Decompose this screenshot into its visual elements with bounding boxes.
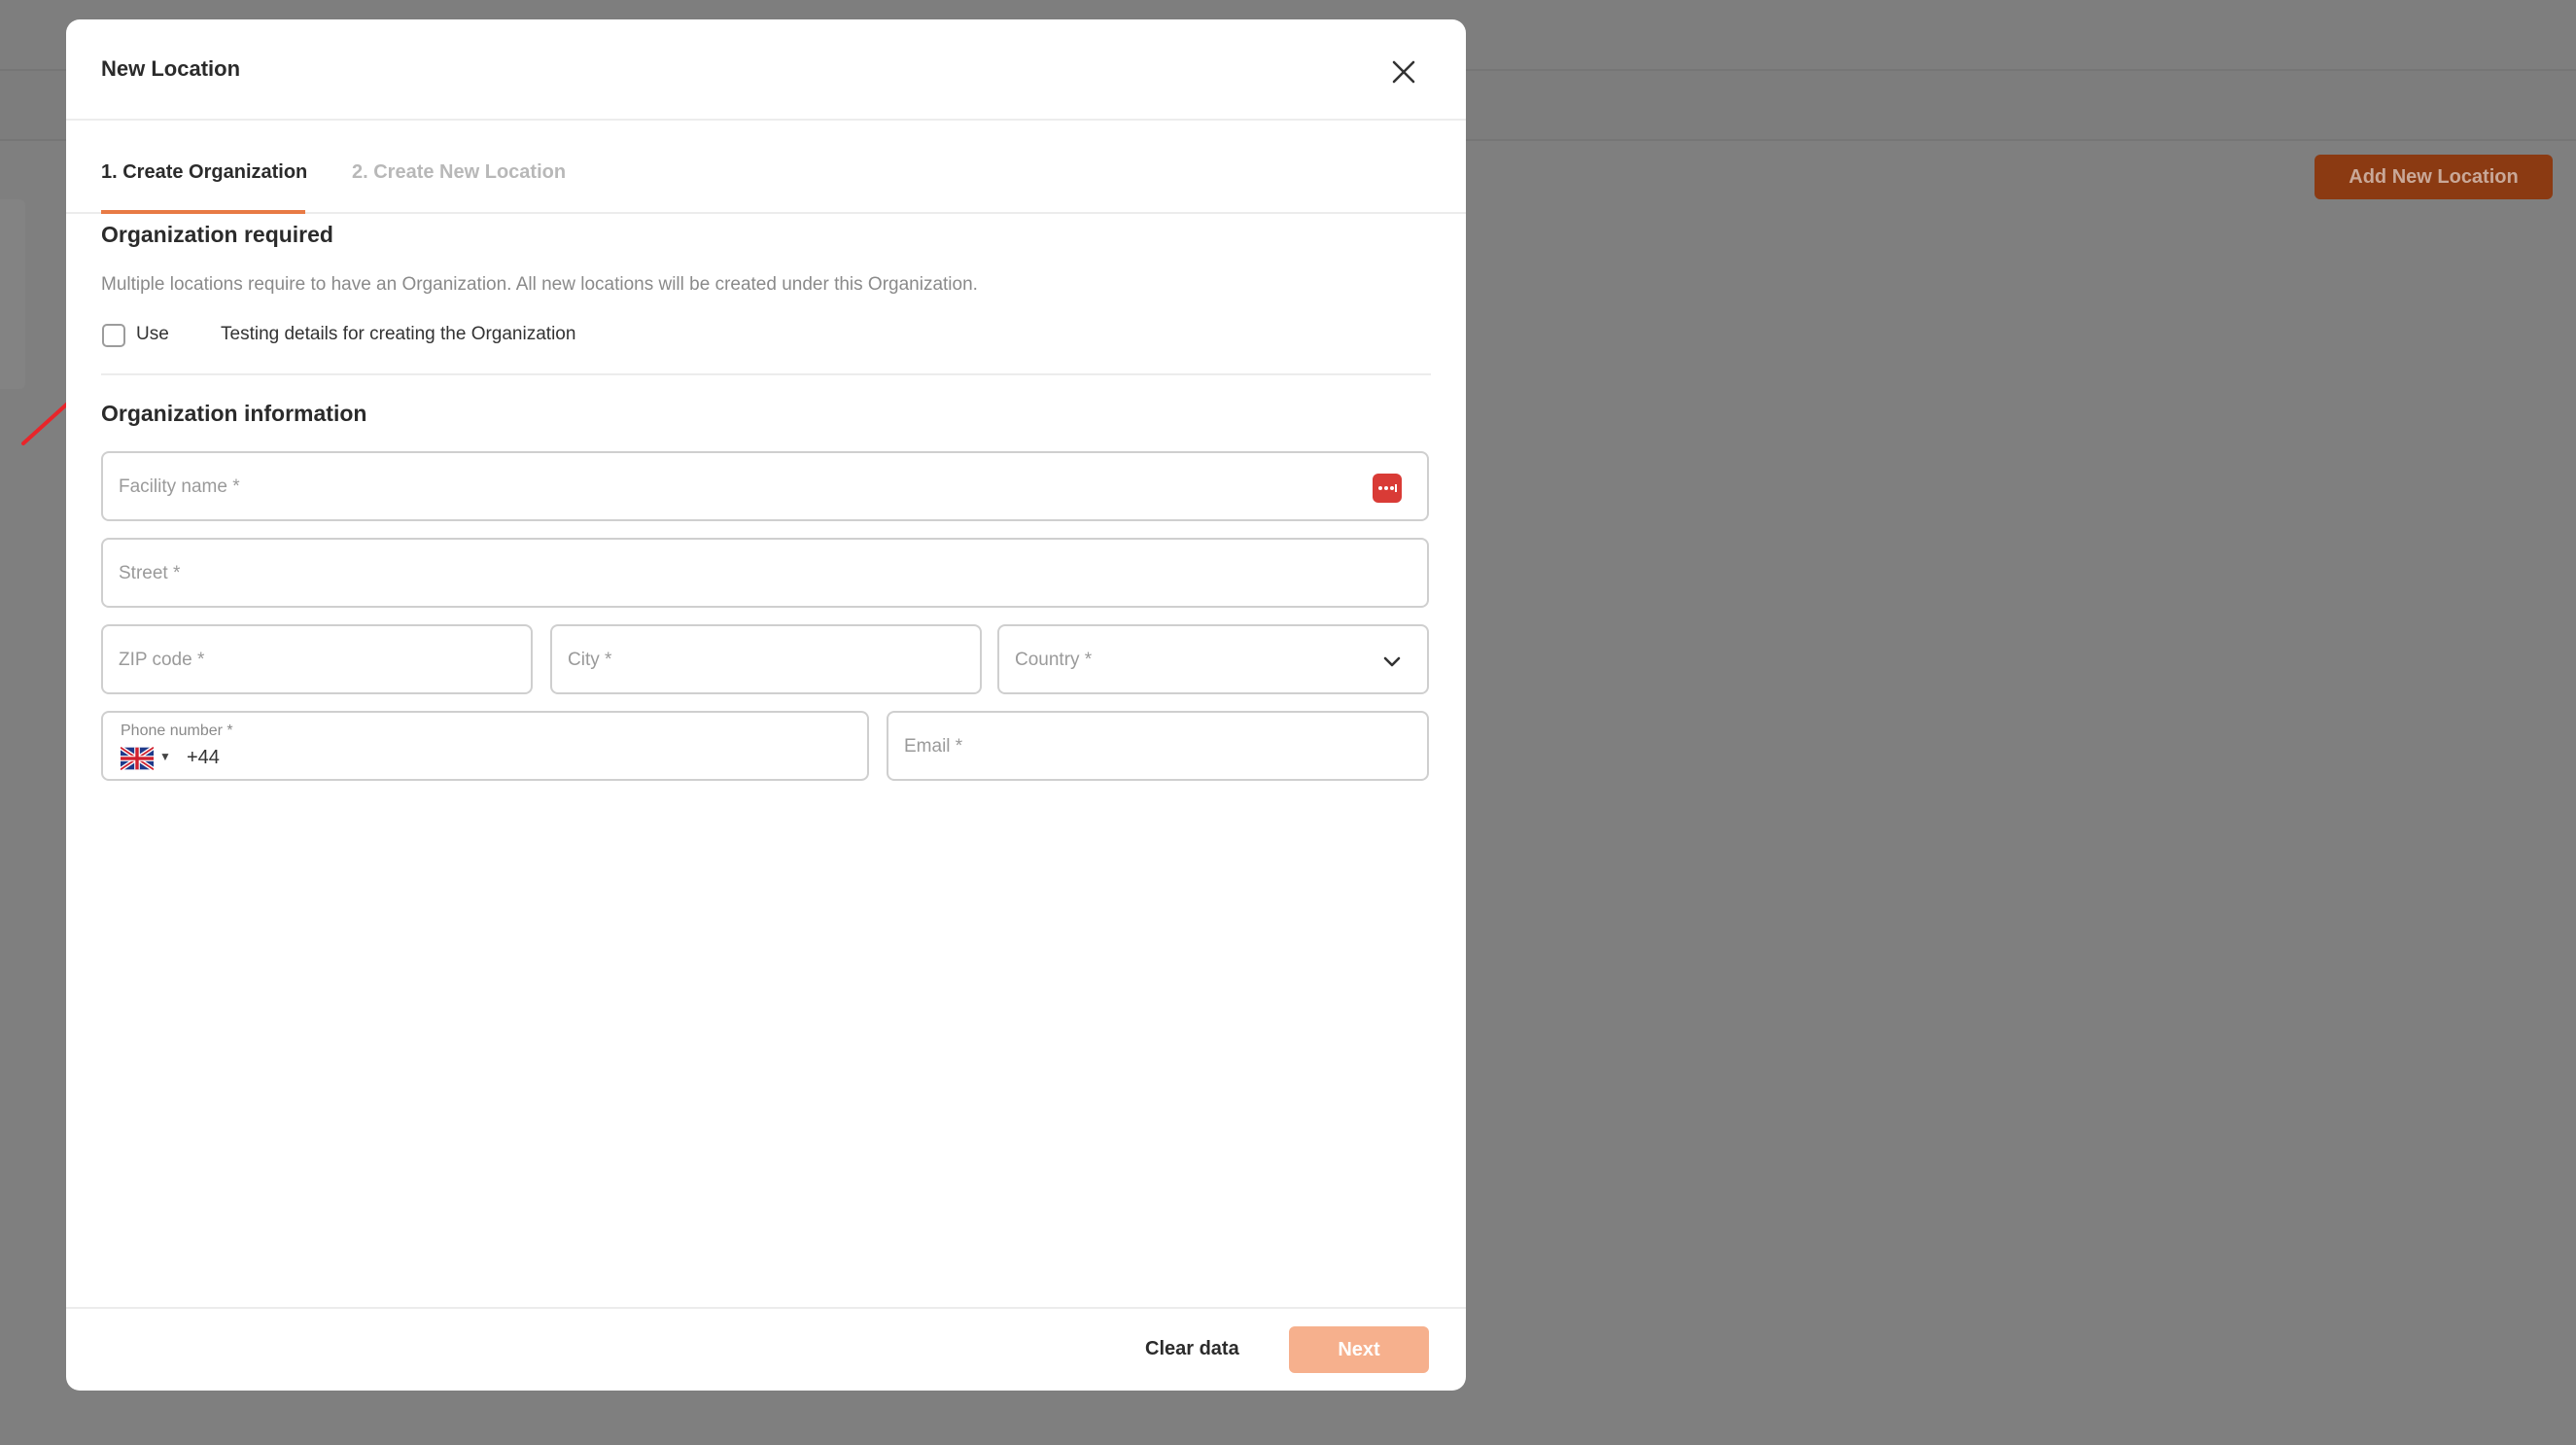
zip-code-field[interactable]: ZIP code * bbox=[101, 624, 533, 694]
close-icon[interactable] bbox=[1388, 56, 1419, 88]
zip-code-placeholder: ZIP code * bbox=[119, 650, 205, 670]
use-testing-details-checkbox[interactable] bbox=[102, 324, 125, 347]
modal-footer: Clear data Next bbox=[66, 1307, 1466, 1391]
street-field[interactable]: Street * bbox=[101, 538, 1429, 608]
city-placeholder: City * bbox=[568, 650, 612, 670]
email-placeholder: Email * bbox=[904, 736, 963, 757]
email-field[interactable]: Email * bbox=[887, 711, 1429, 781]
new-location-modal: New Location 1. Create Organization 2. C… bbox=[66, 19, 1466, 1391]
stepper-tabs: 1. Create Organization 2. Create New Loc… bbox=[66, 121, 1466, 214]
facility-name-placeholder: Facility name * bbox=[119, 476, 240, 497]
country-placeholder: Country * bbox=[1015, 650, 1093, 670]
modal-title: New Location bbox=[101, 56, 241, 81]
modal-header: New Location bbox=[66, 19, 1466, 121]
phone-number-field[interactable]: Phone number * ▼ +44 bbox=[101, 711, 869, 781]
phone-number-label: Phone number * bbox=[121, 722, 233, 739]
password-manager-icon[interactable] bbox=[1373, 474, 1402, 503]
org-required-title: Organization required bbox=[101, 222, 333, 247]
tab-create-new-location[interactable]: 2. Create New Location bbox=[352, 161, 566, 184]
street-placeholder: Street * bbox=[119, 563, 181, 583]
clear-data-button[interactable]: Clear data bbox=[1145, 1338, 1239, 1360]
city-field[interactable]: City * bbox=[550, 624, 982, 694]
section-divider bbox=[101, 373, 1431, 375]
country-select[interactable]: Country * bbox=[997, 624, 1429, 694]
tab-create-organization[interactable]: 1. Create Organization bbox=[101, 161, 307, 184]
add-new-location-button[interactable]: Add New Location bbox=[2315, 155, 2553, 199]
facility-name-field[interactable]: Facility name * bbox=[101, 451, 1429, 521]
org-required-description: Multiple locations require to have an Or… bbox=[101, 274, 978, 295]
country-code-caret-icon[interactable]: ▼ bbox=[159, 750, 171, 763]
use-label: Use bbox=[136, 324, 169, 344]
org-info-title: Organization information bbox=[101, 401, 367, 426]
active-tab-indicator bbox=[101, 210, 305, 214]
chevron-down-icon bbox=[1383, 656, 1401, 667]
uk-flag-icon[interactable] bbox=[121, 747, 154, 770]
phone-number-value: +44 bbox=[187, 747, 220, 768]
next-button[interactable]: Next bbox=[1289, 1326, 1429, 1373]
use-detail-label: Testing details for creating the Organiz… bbox=[221, 324, 576, 344]
